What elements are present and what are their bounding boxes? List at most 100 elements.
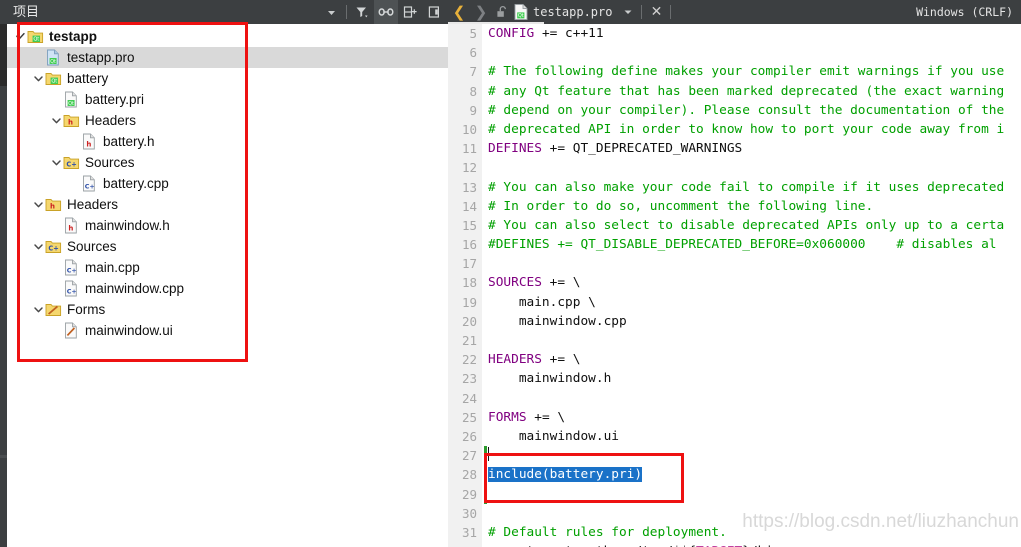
code-line-5[interactable]: CONFIG += c++11: [488, 24, 1021, 43]
code-line-32[interactable]: qnx: target.path = /tmp/$${TARGET}/bin: [488, 542, 1021, 547]
svg-text:C+: C+: [66, 161, 76, 169]
code-token: #DEFINES += QT_DISABLE_DEPRECATED_BEFORE…: [488, 237, 866, 253]
tab-divider-right: [670, 5, 672, 19]
code-line-9[interactable]: # depend on your compiler). Please consu…: [488, 101, 1021, 120]
line-number: 11: [461, 141, 477, 157]
code-line-11[interactable]: DEFINES += QT_DEPRECATED_WARNINGS: [488, 139, 1021, 158]
code-line-19[interactable]: main.cpp \: [488, 293, 1021, 312]
line-number: 13: [461, 179, 477, 195]
tree-item-headers[interactable]: h Headers: [7, 194, 448, 215]
close-tab-icon[interactable]: ✕: [645, 0, 667, 24]
qt-project-icon: Qt: [27, 28, 44, 45]
left-edge-scrollbar[interactable]: [0, 0, 7, 547]
scrollbar-divider: [0, 455, 7, 458]
link-with-editor-icon[interactable]: [374, 0, 398, 24]
navigate-forward-icon[interactable]: ❯: [470, 0, 492, 24]
line-ending-label[interactable]: Windows (CRLF): [916, 0, 1013, 24]
unlocked-padlock-icon[interactable]: [492, 0, 512, 24]
project-tree[interactable]: Qt testapp Qt testapp.pro Qt battery Qt …: [7, 24, 448, 547]
line-number: 31: [461, 524, 477, 540]
tree-item-testapp[interactable]: Qt testapp: [7, 26, 448, 47]
scrollbar-thumb[interactable]: [0, 24, 7, 86]
code-token: mainwindow.h: [488, 371, 612, 387]
tree-item-mainwindow-ui[interactable]: mainwindow.ui: [7, 320, 448, 341]
tree-item-mainwindow-cpp[interactable]: C+ mainwindow.cpp: [7, 278, 448, 299]
tree-item-label: Sources: [67, 239, 117, 254]
chevron-down-icon[interactable]: [31, 236, 45, 257]
code-editor[interactable]: 5 6 7 8 9 10 11 12 13 14 15 16 17 18 19 20 21 22 23 24 25 26 2…: [448, 24, 1021, 547]
header-file-icon: h: [81, 133, 98, 150]
tree-item-forms[interactable]: Forms: [7, 299, 448, 320]
svg-text:h: h: [68, 119, 73, 127]
text-caret: [488, 447, 489, 462]
code-line-12[interactable]: [488, 158, 1021, 177]
code-token: main.cpp \: [488, 294, 596, 310]
headers-folder-icon: h: [63, 112, 80, 129]
code-line-6[interactable]: [488, 43, 1021, 62]
code-line-7[interactable]: # The following define makes your compil…: [488, 62, 1021, 81]
tree-item-battery[interactable]: Qt battery: [7, 68, 448, 89]
line-number: 20: [461, 313, 477, 329]
code-line-21[interactable]: [488, 331, 1021, 350]
tree-item-battery-cpp[interactable]: C+ battery.cpp: [7, 173, 448, 194]
code-line-18[interactable]: SOURCES += \: [488, 273, 1021, 292]
code-content[interactable]: CONFIG += c++11 # The following define m…: [488, 24, 1021, 547]
cpp-file-icon: C+: [63, 280, 80, 297]
chevron-down-icon[interactable]: [49, 152, 63, 173]
line-number: 21: [461, 333, 477, 348]
code-line-14[interactable]: # In order to do so, uncomment the follo…: [488, 197, 1021, 216]
tree-item-headers[interactable]: h Headers: [7, 110, 448, 131]
filter-icon[interactable]: [350, 0, 374, 24]
tree-item-main-cpp[interactable]: C+ main.cpp: [7, 257, 448, 278]
chevron-down-icon[interactable]: [49, 110, 63, 131]
chevron-down-icon[interactable]: [31, 194, 45, 215]
svg-text:Qt: Qt: [518, 13, 524, 19]
code-line-16[interactable]: #DEFINES += QT_DISABLE_DEPRECATED_BEFORE…: [488, 235, 1021, 254]
code-token: # The following define makes your compil…: [488, 64, 1005, 80]
line-number-gutter: 5 6 7 8 9 10 11 12 13 14 15 16 17 18 19 20 21 22 23 24 25 26 2…: [448, 24, 482, 547]
code-line-15[interactable]: # You can also select to disable depreca…: [488, 216, 1021, 235]
code-token: CONFIG: [488, 26, 535, 41]
tree-item-sources[interactable]: C+ Sources: [7, 236, 448, 257]
editor-tab-label[interactable]: testapp.pro: [530, 0, 618, 24]
tree-item-sources[interactable]: C+ Sources: [7, 152, 448, 173]
chevron-down-icon[interactable]: [31, 68, 45, 89]
code-line-17[interactable]: [488, 254, 1021, 273]
checkmark-icon[interactable]: [13, 26, 27, 47]
tree-item-testapp-pro[interactable]: Qt testapp.pro: [7, 47, 448, 68]
code-line-24[interactable]: [488, 389, 1021, 408]
code-line-13[interactable]: # You can also make your code fail to co…: [488, 178, 1021, 197]
tree-item-battery-h[interactable]: h battery.h: [7, 131, 448, 152]
tree-item-battery-pri[interactable]: Qt battery.pri: [7, 89, 448, 110]
dropdown-arrow-icon[interactable]: [319, 0, 343, 24]
svg-text:C+: C+: [67, 266, 77, 274]
code-token: FORMS: [488, 409, 527, 425]
tree-item-label: testapp: [49, 29, 98, 44]
close-pane-icon[interactable]: [422, 0, 446, 24]
code-line-26[interactable]: mainwindow.ui: [488, 427, 1021, 446]
code-line-25[interactable]: FORMS += \: [488, 408, 1021, 427]
tree-item-label: battery.cpp: [103, 176, 169, 191]
navigate-back-icon[interactable]: ❮: [448, 0, 470, 24]
tree-item-mainwindow-h[interactable]: h mainwindow.h: [7, 215, 448, 236]
tab-dropdown-icon[interactable]: [618, 0, 638, 24]
code-line-27[interactable]: [488, 446, 1021, 465]
tree-item-label: Sources: [85, 155, 135, 170]
code-line-28[interactable]: include(battery.pri): [488, 465, 1021, 484]
code-line-29[interactable]: [488, 485, 1021, 504]
code-line-20[interactable]: mainwindow.cpp: [488, 312, 1021, 331]
line-number: 26: [461, 428, 477, 444]
editor-area: ❮ ❯ Qt testapp.pro ✕ Windows (CRLF) 5 6 …: [448, 0, 1021, 547]
code-line-10[interactable]: # deprecated API in order to know how to…: [488, 120, 1021, 139]
code-line-22[interactable]: HEADERS += \: [488, 350, 1021, 369]
svg-text:C+: C+: [85, 182, 95, 190]
code-token: # deprecated API in order to know how to…: [488, 121, 1005, 137]
split-add-icon[interactable]: [398, 0, 422, 24]
code-line-23[interactable]: mainwindow.h: [488, 369, 1021, 388]
chevron-down-icon[interactable]: [31, 299, 45, 320]
code-line-8[interactable]: # any Qt feature that has been marked de…: [488, 82, 1021, 101]
